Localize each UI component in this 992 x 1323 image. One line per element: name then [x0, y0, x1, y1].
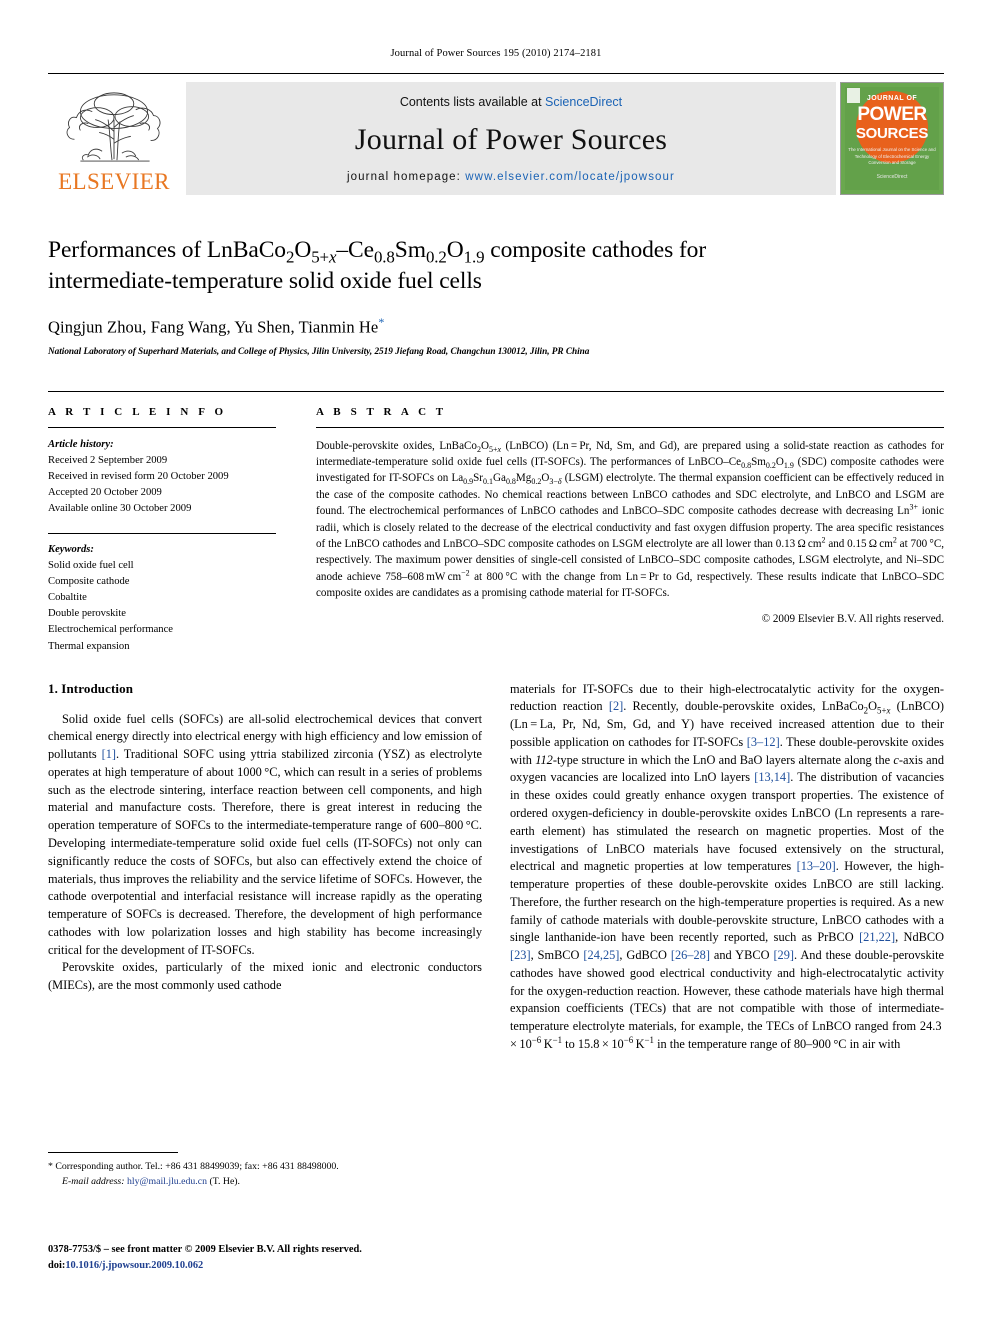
email-attribution: (T. He).: [209, 1175, 241, 1187]
journal-masthead: ELSEVIER Contents lists available at Sci…: [48, 73, 944, 195]
keywords-rule: [48, 533, 276, 534]
footnote-rule: [48, 1152, 178, 1153]
doi-link[interactable]: 10.1016/j.jpowsour.2009.10.062: [65, 1260, 203, 1271]
affiliation: National Laboratory of Superhard Materia…: [48, 346, 590, 357]
article-info-column: A R T I C L E I N F O Article history: R…: [48, 406, 276, 655]
cover-sciencedirect-badge: ScienceDirect: [876, 174, 908, 180]
citation-13-14[interactable]: [13,14]: [754, 770, 790, 784]
journal-band: Contents lists available at ScienceDirec…: [186, 82, 836, 195]
page-title: Performances of LnBaCo2O5+x–Ce0.8Sm0.2O1…: [48, 237, 707, 295]
article-history: Article history: Received 2 September 20…: [48, 437, 276, 517]
paper-page: Journal of Power Sources 195 (2010) 2174…: [0, 0, 992, 1323]
abstract-paragraph: Double-perovskite oxides, LnBaCo2O5+x (L…: [316, 439, 945, 600]
body-columns: 1. Introduction Solid oxide fuel cells (…: [48, 681, 944, 1054]
elsevier-logo: ELSEVIER: [48, 82, 180, 195]
email-address-label: E-mail address:: [62, 1175, 125, 1187]
intro-paragraph-1: Solid oxide fuel cells (SOFCs) are all-s…: [48, 711, 482, 957]
abstract-heading: A B S T R A C T: [316, 405, 447, 418]
article-info-heading: A R T I C L E I N F O: [48, 405, 227, 418]
citation-21-22[interactable]: [21,22]: [859, 930, 895, 944]
body-column-left: 1. Introduction Solid oxide fuel cells (…: [48, 681, 482, 1054]
journal-homepage-link[interactable]: www.elsevier.com/locate/jpowsour: [465, 171, 675, 183]
journal-title: Journal of Power Sources: [354, 123, 668, 156]
abstract-rule: [316, 426, 944, 428]
cover-subtitle: The International Journal on the Science…: [848, 147, 936, 166]
contents-available-line: Contents lists available at ScienceDirec…: [400, 95, 622, 109]
keyword-item: Cobaltite: [48, 592, 87, 604]
issn-front-matter: 0378-7753/$ – see front matter © 2009 El…: [48, 1244, 362, 1255]
citation-26-28[interactable]: [26–28]: [671, 948, 710, 962]
sciencedirect-link[interactable]: ScienceDirect: [545, 95, 622, 109]
cover-sources-label: SOURCES: [855, 125, 929, 142]
doi-label: doi:: [48, 1259, 66, 1271]
history-item: Received 2 September 2009: [48, 454, 168, 466]
authors-names: Qingjun Zhou, Fang Wang, Yu Shen, Tianmi…: [48, 317, 379, 337]
running-head: Journal of Power Sources 195 (2010) 2174…: [390, 48, 602, 59]
imprint-block: 0378-7753/$ – see front matter © 2009 El…: [48, 1242, 482, 1273]
intro-paragraph-2-continued: materials for IT-SOFCs due to their high…: [510, 681, 945, 1051]
section-heading-introduction: 1. Introduction: [48, 680, 134, 696]
history-item: Received in revised form 20 October 2009: [48, 470, 229, 482]
keywords-label: Keywords:: [48, 544, 94, 555]
citation-3-12[interactable]: [3–12]: [747, 735, 780, 749]
keyword-item: Composite cathode: [48, 576, 130, 588]
keyword-item: Solid oxide fuel cell: [48, 560, 134, 572]
doi-line: doi:10.1016/j.jpowsour.2009.10.062: [48, 1258, 482, 1274]
abstract-text: Double-perovskite oxides, LnBaCo2O5+x (L…: [316, 438, 944, 627]
cover-journal-of-label: JOURNAL OF: [866, 95, 918, 102]
journal-homepage-line: journal homepage: www.elsevier.com/locat…: [347, 171, 675, 183]
citation-13-20[interactable]: [13–20]: [797, 859, 836, 873]
journal-cover-thumbnail: JOURNAL OF POWER SOURCES The Internation…: [840, 82, 944, 195]
article-info-rule: [48, 426, 276, 428]
intro-paragraph-2: Perovskite oxides, particularly of the m…: [48, 960, 482, 993]
citation-29[interactable]: [29]: [773, 948, 794, 962]
author-list: Qingjun Zhou, Fang Wang, Yu Shen, Tianmi…: [48, 315, 944, 338]
keywords-list: Keywords: Solid oxide fuel cell Composit…: [48, 542, 276, 655]
homepage-prefix: journal homepage:: [347, 171, 466, 183]
info-abstract-section: A R T I C L E I N F O Article history: R…: [48, 390, 944, 655]
contents-prefix: Contents lists available at: [399, 95, 546, 109]
elsevier-wordmark: ELSEVIER: [58, 169, 170, 194]
article-history-label: Article history:: [48, 438, 114, 450]
abstract-copyright: © 2009 Elsevier B.V. All rights reserved…: [761, 612, 944, 625]
abstract-column: A B S T R A C T Double-perovskite oxides…: [316, 406, 944, 655]
keyword-item: Double perovskite: [48, 608, 126, 620]
corresponding-author-marker: *: [378, 315, 385, 330]
citation-1[interactable]: [1]: [102, 747, 116, 761]
title-block: Performances of LnBaCo2O5+x–Ce0.8Sm0.2O1…: [48, 235, 944, 357]
citation-24-25[interactable]: [24,25]: [583, 948, 619, 962]
cover-power-label: POWER: [857, 104, 927, 125]
elsevier-tree-icon: [66, 92, 161, 162]
email-link[interactable]: hly@mail.jlu.edu.cn: [127, 1176, 207, 1187]
footnotes: * Corresponding author. Tel.: +86 431 88…: [48, 1152, 482, 1189]
corresponding-author-footnote: * Corresponding author. Tel.: +86 431 88…: [48, 1161, 339, 1172]
history-item: Accepted 20 October 2009: [48, 486, 162, 498]
keyword-item: Thermal expansion: [48, 640, 130, 652]
keyword-item: Electrochemical performance: [48, 624, 173, 636]
citation-2[interactable]: [2]: [609, 699, 623, 713]
body-column-right: materials for IT-SOFCs due to their high…: [510, 681, 944, 1054]
email-footnote: E-mail address: hly@mail.jlu.edu.cn (T. …: [48, 1175, 482, 1190]
history-item: Available online 30 October 2009: [48, 502, 192, 514]
citation-23[interactable]: [23]: [510, 948, 531, 962]
